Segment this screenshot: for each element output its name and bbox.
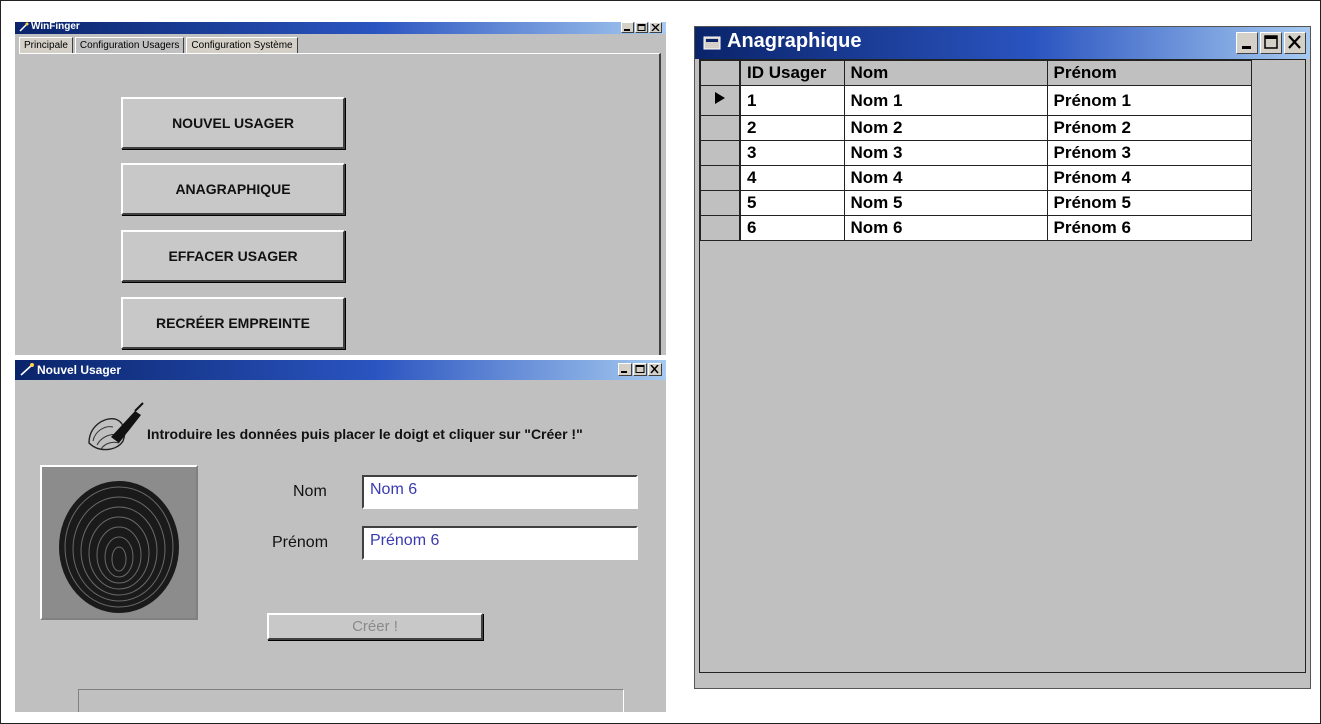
- prenom-label: Prénom: [272, 534, 329, 551]
- hand-scanner-icon: [88, 402, 144, 451]
- data-grid[interactable]: ID Usager Nom Prénom 1 Nom 1 Prénom 1 2 Nom …: [699, 59, 1306, 673]
- creer-button[interactable]: Créer !: [267, 613, 483, 640]
- table-row[interactable]: 4 Nom 4 Prénom 4: [700, 165, 1252, 191]
- prenom-input[interactable]: Prénom 6: [362, 526, 638, 560]
- cell-prenom[interactable]: Prénom 5: [1046, 190, 1252, 216]
- cell-prenom[interactable]: Prénom 3: [1046, 140, 1252, 166]
- winfinger-window: WinFinger Principale Configuration Usager…: [15, 22, 666, 355]
- cell-nom[interactable]: Nom 2: [843, 115, 1048, 141]
- fingerprint-image: [40, 465, 198, 620]
- maximize-icon: [637, 24, 646, 31]
- status-box: [78, 689, 624, 712]
- window-controls: [1236, 32, 1306, 54]
- close-button[interactable]: [648, 363, 662, 376]
- cell-nom[interactable]: Nom 5: [843, 190, 1048, 216]
- row-selector[interactable]: [700, 85, 741, 116]
- window-controls: [618, 363, 662, 376]
- tab-configuration-usagers[interactable]: Configuration Usagers: [74, 37, 185, 53]
- anagraphique-button[interactable]: ANAGRAPHIQUE: [121, 163, 345, 215]
- table-row[interactable]: 5 Nom 5 Prénom 5: [700, 190, 1252, 216]
- nouvel-usager-window: Nouvel Usager Introduire les données pui…: [15, 360, 666, 712]
- cell-nom[interactable]: Nom 1: [843, 85, 1048, 116]
- tab-principale[interactable]: Principale: [19, 37, 73, 53]
- cell-id[interactable]: 3: [739, 140, 845, 166]
- cell-id[interactable]: 2: [739, 115, 845, 141]
- nouvel-usager-button[interactable]: NOUVEL USAGER: [121, 97, 345, 149]
- anagraphique-window: Anagraphique ID Usager Nom Prénom 1 Nom 1…: [694, 26, 1311, 689]
- column-header-id[interactable]: ID Usager: [739, 60, 845, 86]
- instruction-text: Introduire les données puis placer le do…: [147, 426, 583, 442]
- maximize-icon: [1264, 35, 1278, 49]
- cell-id[interactable]: 1: [739, 85, 845, 116]
- nom-input[interactable]: Nom 6: [362, 475, 638, 509]
- row-selector-header: [700, 60, 741, 86]
- maximize-icon: [635, 365, 645, 373]
- app-icon: [19, 22, 29, 32]
- cell-prenom[interactable]: Prénom 1: [1046, 85, 1252, 116]
- cell-prenom[interactable]: Prénom 2: [1046, 115, 1252, 141]
- winfinger-titlebar[interactable]: WinFinger: [15, 22, 666, 34]
- row-selector[interactable]: [700, 215, 741, 241]
- table-row[interactable]: 1 Nom 1 Prénom 1: [700, 85, 1252, 116]
- close-icon: [650, 365, 659, 374]
- window-title: Nouvel Usager: [37, 363, 122, 377]
- fingerprint-icon: [42, 467, 196, 618]
- cell-id[interactable]: 6: [739, 215, 845, 241]
- row-selector[interactable]: [700, 140, 741, 166]
- minimize-button[interactable]: [621, 22, 634, 33]
- window-title: WinFinger: [31, 22, 80, 32]
- nouvel-usager-titlebar[interactable]: Nouvel Usager: [15, 360, 666, 380]
- app-icon: [20, 363, 34, 376]
- cell-id[interactable]: 4: [739, 165, 845, 191]
- maximize-button[interactable]: [1260, 32, 1282, 54]
- minimize-icon: [621, 371, 627, 373]
- close-icon: [1288, 35, 1301, 49]
- table-row[interactable]: 3 Nom 3 Prénom 3: [700, 140, 1252, 166]
- close-icon: [651, 24, 660, 31]
- minimize-icon: [624, 29, 630, 31]
- cell-nom[interactable]: Nom 6: [843, 215, 1048, 241]
- table-row[interactable]: 6 Nom 6 Prénom 6: [700, 215, 1252, 241]
- column-header-prenom[interactable]: Prénom: [1046, 60, 1252, 86]
- maximize-button[interactable]: [633, 363, 647, 376]
- window-controls: [621, 22, 662, 33]
- row-selector[interactable]: [700, 115, 741, 141]
- nom-label: Nom: [293, 483, 327, 500]
- cell-nom[interactable]: Nom 3: [843, 140, 1048, 166]
- maximize-button[interactable]: [635, 22, 648, 33]
- close-button[interactable]: [649, 22, 662, 33]
- anagraphique-titlebar[interactable]: Anagraphique: [695, 27, 1310, 59]
- header-row: ID Usager Nom Prénom: [700, 60, 1252, 86]
- users-table: ID Usager Nom Prénom 1 Nom 1 Prénom 1 2 Nom …: [700, 60, 1252, 241]
- tab-configuration-systeme[interactable]: Configuration Système: [186, 37, 298, 53]
- cell-nom[interactable]: Nom 4: [843, 165, 1048, 191]
- column-header-nom[interactable]: Nom: [843, 60, 1048, 86]
- minimize-button[interactable]: [1236, 32, 1258, 54]
- recreer-empreinte-button[interactable]: RECRÉER EMPREINTE: [121, 297, 345, 349]
- minimize-icon: [1242, 46, 1251, 49]
- close-button[interactable]: [1284, 32, 1306, 54]
- row-selector[interactable]: [700, 165, 741, 191]
- cell-prenom[interactable]: Prénom 6: [1046, 215, 1252, 241]
- table-row[interactable]: 2 Nom 2 Prénom 2: [700, 115, 1252, 141]
- tab-panel-configuration-usagers: NOUVEL USAGER ANAGRAPHIQUE EFFACER USAGE…: [19, 53, 661, 355]
- minimize-button[interactable]: [618, 363, 632, 376]
- cell-id[interactable]: 5: [739, 190, 845, 216]
- window-app-icon: [703, 36, 721, 50]
- row-selector[interactable]: [700, 190, 741, 216]
- cell-prenom[interactable]: Prénom 4: [1046, 165, 1252, 191]
- tab-strip: Principale Configuration Usagers Configura…: [19, 37, 300, 53]
- effacer-usager-button[interactable]: EFFACER USAGER: [121, 230, 345, 282]
- window-title: Anagraphique: [727, 30, 862, 52]
- current-row-arrow-icon: [715, 92, 725, 104]
